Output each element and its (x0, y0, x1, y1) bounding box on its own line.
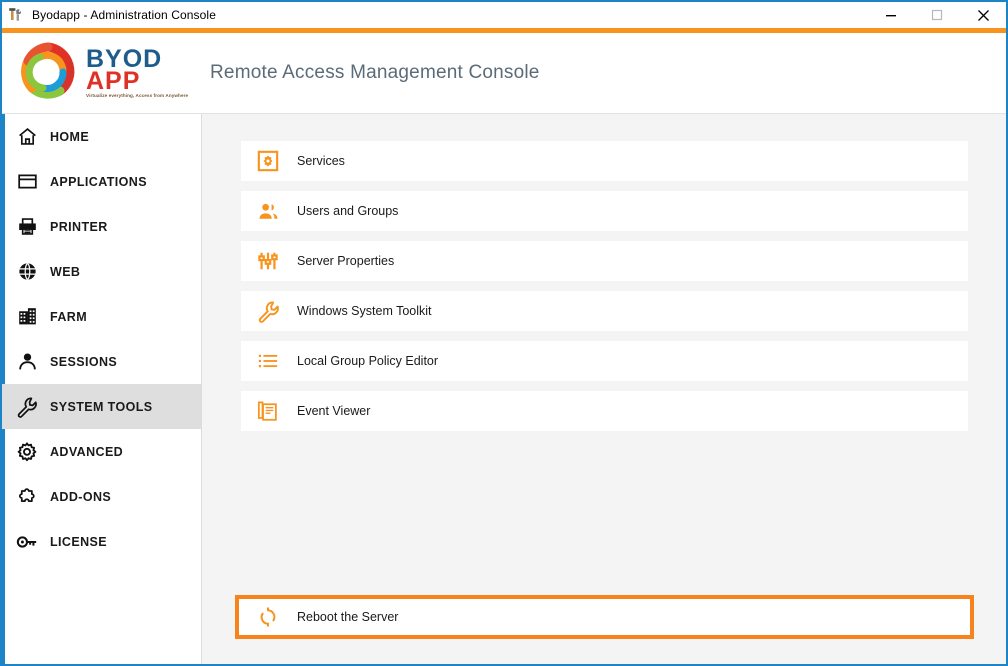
sidebar-item-sessions[interactable]: SESSIONS (2, 339, 201, 384)
list-item-users-and-groups[interactable]: Users and Groups (241, 191, 968, 231)
minimize-icon[interactable] (868, 2, 914, 28)
sidebar-item-label: SESSIONS (50, 354, 118, 369)
sidebar: HOME APPLICATIONS PRINTER WEB FARM SESSI… (2, 114, 202, 664)
sidebar-item-add-ons[interactable]: ADD-ONS (2, 474, 201, 519)
main-content: Services Users and Groups Server Propert… (202, 114, 1006, 664)
list-item-label: Local Group Policy Editor (297, 354, 439, 368)
sidebar-item-label: HOME (50, 129, 90, 144)
sidebar-item-license[interactable]: LICENSE (2, 519, 201, 564)
brand-wordmark: BYOD APP Virtualize everything, Access f… (86, 46, 189, 99)
home-icon (12, 122, 42, 152)
list-item-server-properties[interactable]: Server Properties (241, 241, 968, 281)
gear-icon (12, 437, 42, 467)
sidebar-item-label: WEB (50, 264, 81, 279)
document-stack-icon (253, 396, 283, 426)
sidebar-item-label: APPLICATIONS (50, 174, 147, 189)
byodapp-swoosh-icon (16, 39, 80, 108)
wrench-icon (253, 296, 283, 326)
sidebar-item-printer[interactable]: PRINTER (2, 204, 201, 249)
tools-icon (2, 2, 28, 28)
application-window: Byodapp - Administration Console BYOD AP… (0, 0, 1008, 666)
building-icon (12, 302, 42, 332)
list-item-label: Services (297, 154, 345, 168)
sidebar-item-web[interactable]: WEB (2, 249, 201, 294)
user-icon (12, 347, 42, 377)
sidebar-item-label: PRINTER (50, 219, 108, 234)
users-icon (253, 196, 283, 226)
refresh-icon (253, 602, 283, 632)
reboot-highlight-frame: Reboot the Server (235, 595, 974, 639)
sliders-icon (253, 246, 283, 276)
sidebar-item-home[interactable]: HOME (2, 114, 201, 159)
header-band: BYOD APP Virtualize everything, Access f… (2, 33, 1006, 114)
reboot-the-server-button[interactable]: Reboot the Server (239, 599, 970, 635)
list-item-label: Windows System Toolkit (297, 304, 432, 318)
sidebar-item-advanced[interactable]: ADVANCED (2, 429, 201, 474)
list-item-label: Event Viewer (297, 404, 371, 418)
system-tools-list: Services Users and Groups Server Propert… (241, 141, 968, 441)
reboot-label: Reboot the Server (297, 610, 399, 624)
sidebar-item-label: SYSTEM TOOLS (50, 399, 153, 414)
key-icon (12, 527, 42, 557)
list-item-label: Users and Groups (297, 204, 399, 218)
brand-tagline: Virtualize everything, Access from Anywh… (86, 92, 189, 98)
maximize-icon[interactable] (914, 2, 960, 28)
list-item-label: Server Properties (297, 254, 395, 268)
window-icon (12, 167, 42, 197)
puzzle-icon (12, 482, 42, 512)
sidebar-item-farm[interactable]: FARM (2, 294, 201, 339)
sidebar-item-label: FARM (50, 309, 88, 324)
sidebar-item-label: ADD-ONS (50, 489, 112, 504)
list-icon (253, 346, 283, 376)
list-item-windows-system-toolkit[interactable]: Windows System Toolkit (241, 291, 968, 331)
title-bar: Byodapp - Administration Console (2, 2, 1006, 28)
sidebar-item-label: LICENSE (50, 534, 107, 549)
gear-box-icon (253, 146, 283, 176)
sidebar-item-label: ADVANCED (50, 444, 124, 459)
list-item-local-group-policy-editor[interactable]: Local Group Policy Editor (241, 341, 968, 381)
list-item-event-viewer[interactable]: Event Viewer (241, 391, 968, 431)
window-title: Byodapp - Administration Console (32, 8, 216, 22)
list-item-services[interactable]: Services (241, 141, 968, 181)
wrench-icon (12, 392, 42, 422)
close-icon[interactable] (960, 2, 1006, 28)
sidebar-item-applications[interactable]: APPLICATIONS (2, 159, 201, 204)
page-title: Remote Access Management Console (210, 62, 540, 83)
printer-icon (12, 212, 42, 242)
sidebar-item-system-tools[interactable]: SYSTEM TOOLS (2, 384, 201, 429)
brand-app-text: APP (86, 66, 141, 95)
globe-icon (12, 257, 42, 287)
brand-logo: BYOD APP Virtualize everything, Access f… (2, 33, 202, 113)
